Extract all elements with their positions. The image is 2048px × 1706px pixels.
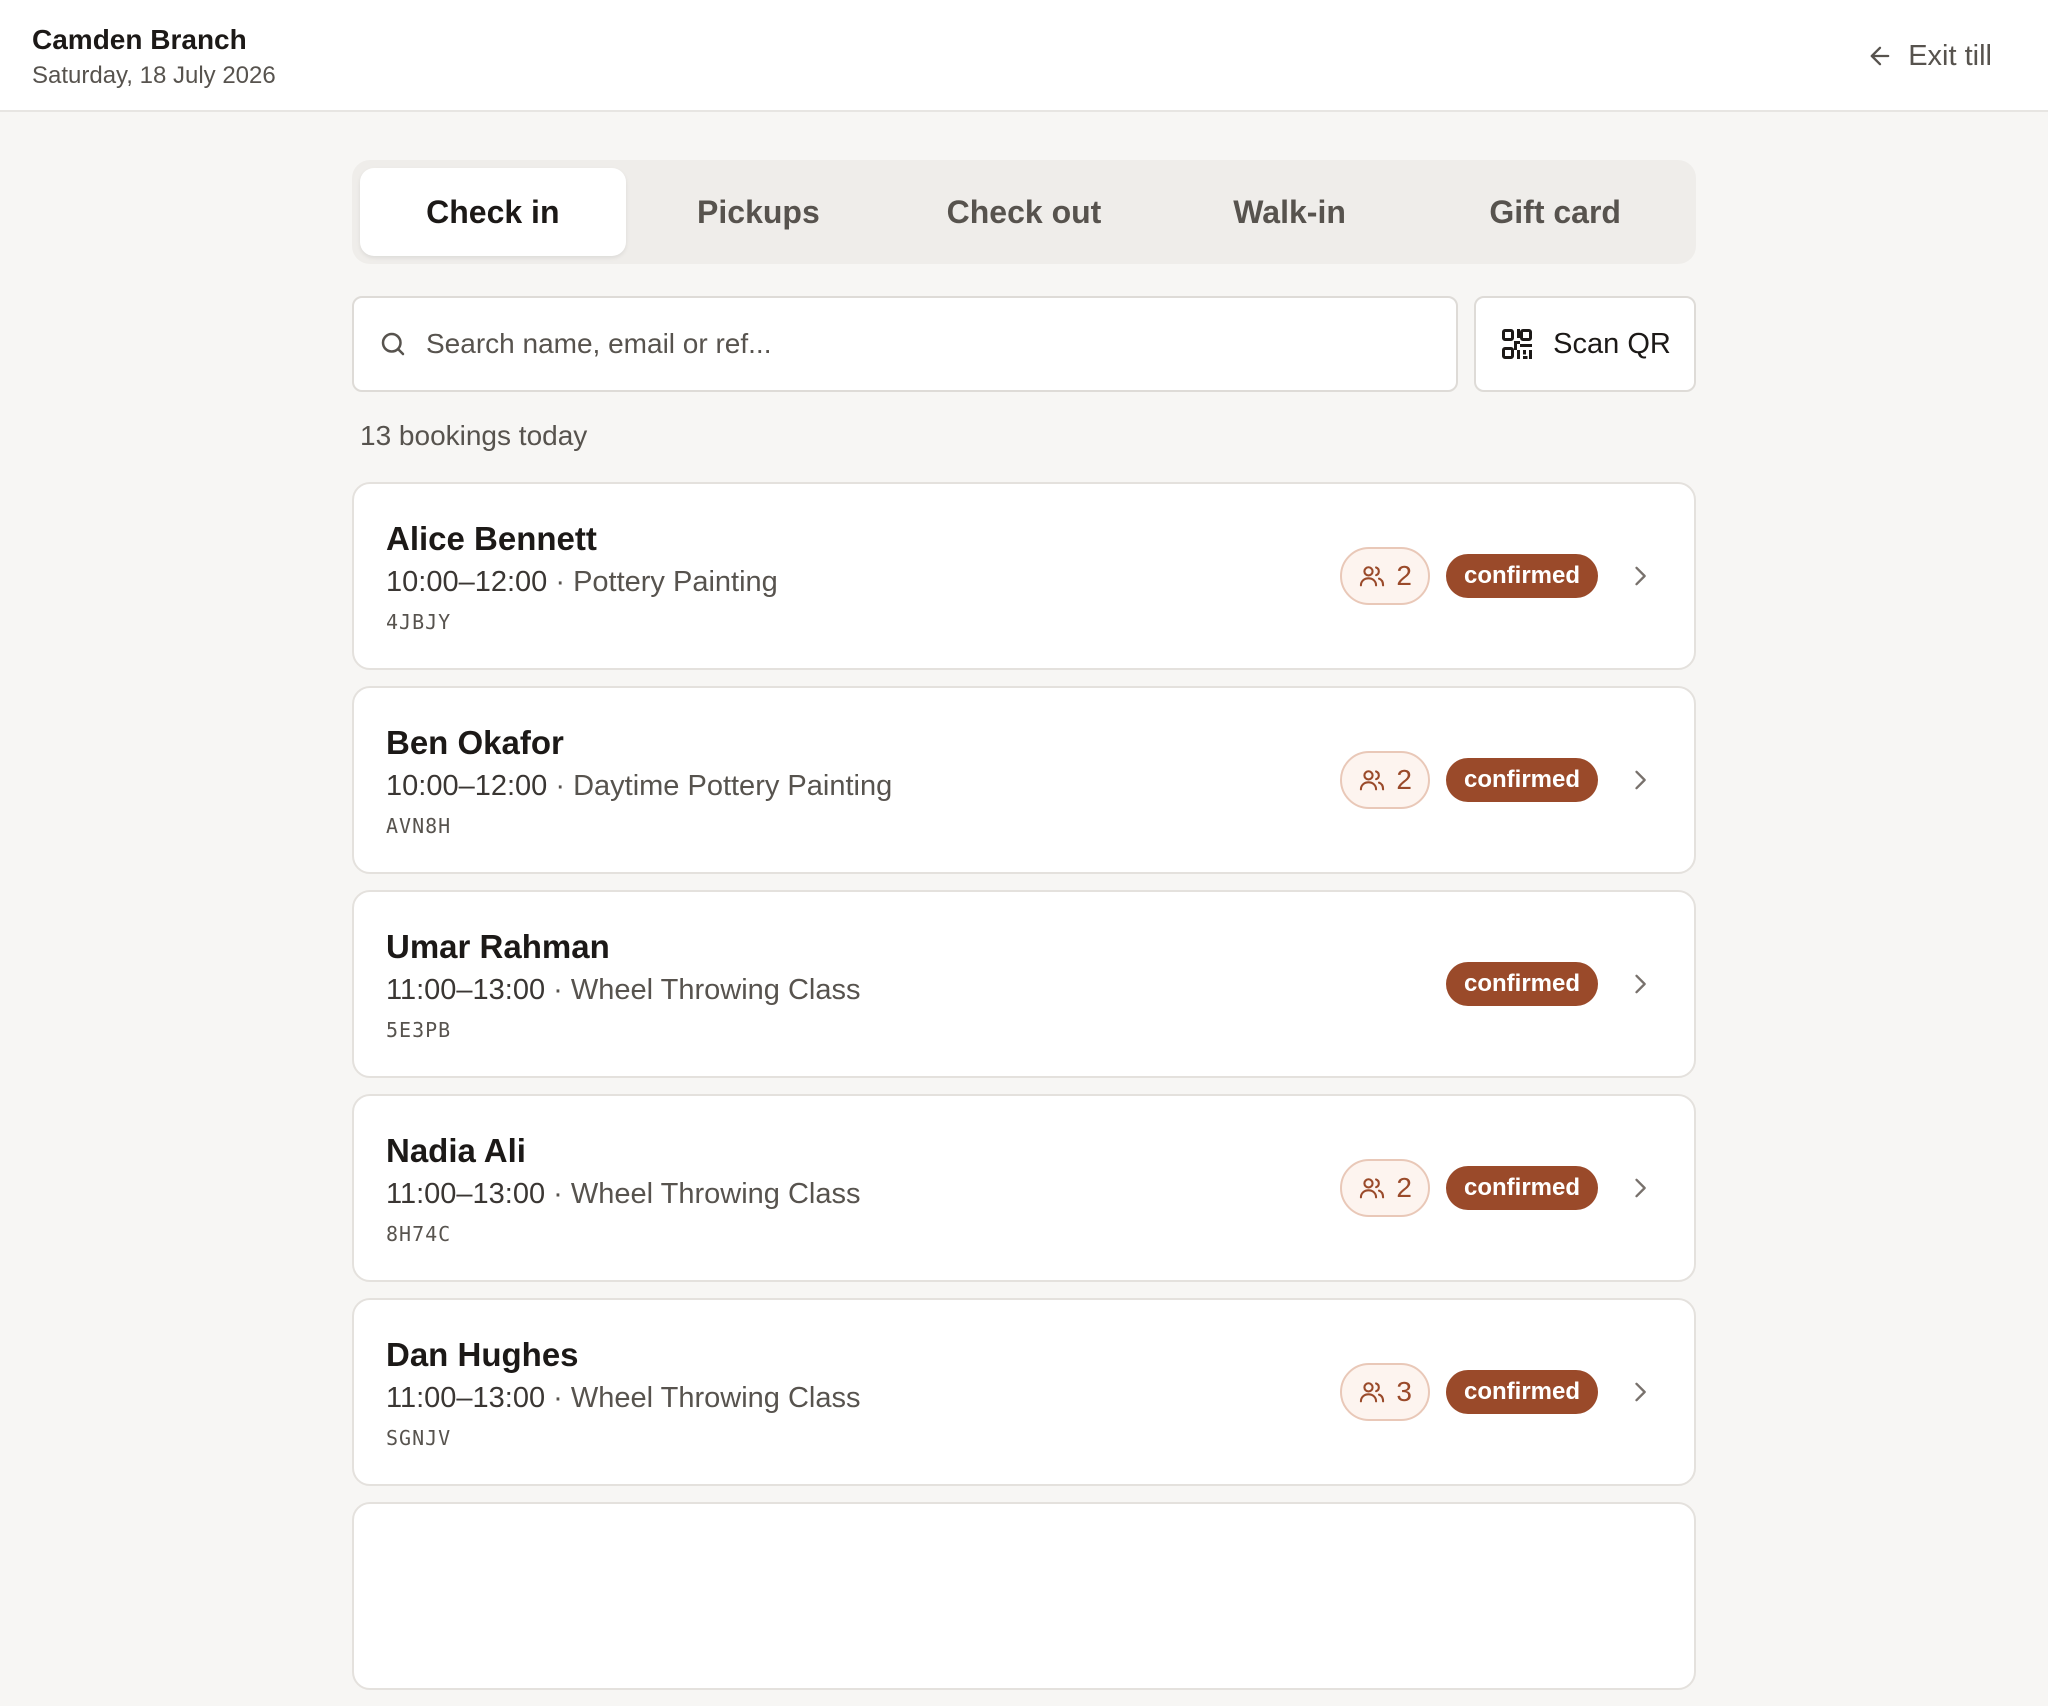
booking-activity: Wheel Throwing Class: [570, 1178, 861, 1210]
booking-ref: AVN8H: [386, 814, 452, 838]
booking-time: 10:00–12:00: [386, 770, 548, 802]
exit-till-button[interactable]: Exit till: [1866, 36, 1992, 76]
exit-till-label: Exit till: [1908, 39, 1992, 72]
guest-count: 2: [1396, 764, 1412, 795]
status-badge: confirmed: [1445, 962, 1598, 1006]
tab-walk-in[interactable]: Walk-in: [1157, 168, 1423, 256]
booking-activity: Wheel Throwing Class: [570, 974, 861, 1006]
guest-count: 2: [1396, 1172, 1412, 1203]
users-icon: [1360, 566, 1385, 587]
booking-ref: SGNJV: [386, 1426, 452, 1450]
booking-ref: 4JBJY: [386, 610, 452, 634]
tab-check-in[interactable]: Check in: [360, 168, 626, 256]
search-input[interactable]: [426, 328, 1456, 360]
booking-time: 10:00–12:00: [386, 566, 548, 598]
booking-card-partial[interactable]: [352, 1502, 1696, 1690]
booking-activity: Daytime Pottery Painting: [573, 770, 893, 802]
tab-gift-card[interactable]: Gift card: [1422, 168, 1688, 256]
search-row: Scan QR: [352, 296, 1696, 392]
arrow-left-icon: [1870, 46, 1890, 66]
scan-qr-button[interactable]: Scan QR: [1474, 296, 1696, 392]
status-badge: confirmed: [1445, 1166, 1598, 1210]
booking-time: 11:00–13:00: [386, 1382, 546, 1414]
booking-details: 11:00–13:00 · Wheel Throwing Class: [386, 974, 860, 1007]
tab-pickups[interactable]: Pickups: [626, 168, 892, 256]
booking-name: Umar Rahman: [386, 928, 610, 965]
booking-details: 10:00–12:00 · Daytime Pottery Painting: [386, 770, 892, 803]
guest-count: 2: [1396, 560, 1412, 591]
bookings-list: Alice Bennett 10:00–12:00 · Pottery Pain…: [352, 482, 1696, 1690]
booking-time: 11:00–13:00: [386, 974, 546, 1006]
main-content: Check in Pickups Check out Walk-in Gift …: [352, 160, 1696, 1706]
booking-activity: Wheel Throwing Class: [570, 1382, 861, 1414]
chevron-right-icon: [1635, 1178, 1646, 1198]
booking-ref: 5E3PB: [386, 1018, 452, 1042]
booking-details: 11:00–13:00 · Wheel Throwing Class: [386, 1178, 860, 1211]
booking-name: Ben Okafor: [386, 724, 564, 761]
chevron-right-icon: [1635, 1382, 1646, 1402]
booking-time: 11:00–13:00: [386, 1178, 546, 1210]
search-icon: [381, 332, 405, 356]
booking-details: 10:00–12:00 · Pottery Painting: [386, 566, 778, 599]
booking-activity: Pottery Painting: [573, 566, 778, 598]
booking-meta: 2 confirmed: [1340, 688, 1654, 872]
separator: ·: [545, 974, 571, 1006]
booking-card[interactable]: Ben Okafor 10:00–12:00 · Daytime Pottery…: [352, 686, 1696, 874]
top-bar: Camden Branch Saturday, 18 July 2026 Exi…: [0, 0, 2048, 112]
status-badge: confirmed: [1445, 554, 1598, 598]
booking-name: Nadia Ali: [386, 1132, 526, 1169]
users-icon: [1360, 770, 1385, 791]
search-box: [352, 296, 1458, 392]
current-date: Saturday, 18 July 2026: [32, 62, 276, 89]
branch-name: Camden Branch: [32, 24, 247, 55]
separator: ·: [547, 566, 574, 598]
separator: ·: [547, 770, 574, 802]
status-badge: confirmed: [1445, 1370, 1598, 1414]
booking-meta: confirmed: [1445, 892, 1654, 1076]
qr-code-icon: [1502, 329, 1533, 359]
booking-ref: 8H74C: [386, 1222, 452, 1246]
booking-card[interactable]: Dan Hughes 11:00–13:00 · Wheel Throwing …: [352, 1298, 1696, 1486]
booking-name: Alice Bennett: [386, 520, 597, 557]
chevron-right-icon: [1635, 974, 1646, 994]
booking-meta: 2 confirmed: [1340, 1096, 1654, 1280]
booking-name: Dan Hughes: [386, 1336, 579, 1373]
booking-card[interactable]: Nadia Ali 11:00–13:00 · Wheel Throwing C…: [352, 1094, 1696, 1282]
chevron-right-icon: [1635, 566, 1646, 586]
scan-qr-label: Scan QR: [1553, 327, 1671, 360]
guest-count-badge: 2: [1340, 751, 1430, 809]
mode-tabs: Check in Pickups Check out Walk-in Gift …: [352, 160, 1696, 264]
users-icon: [1360, 1178, 1385, 1199]
separator: ·: [545, 1382, 571, 1414]
guest-count-badge: 2: [1340, 1159, 1430, 1217]
bookings-count: 13 bookings today: [360, 420, 588, 451]
guest-count-badge: 2: [1340, 547, 1430, 605]
booking-meta: 3 confirmed: [1340, 1300, 1654, 1484]
booking-details: 11:00–13:00 · Wheel Throwing Class: [386, 1382, 860, 1415]
booking-card[interactable]: Umar Rahman 11:00–13:00 · Wheel Throwing…: [352, 890, 1696, 1078]
separator: ·: [545, 1178, 571, 1210]
booking-meta: 2 confirmed: [1340, 484, 1654, 668]
guest-count: 3: [1396, 1376, 1412, 1407]
guest-count-badge: 3: [1340, 1363, 1430, 1421]
tab-check-out[interactable]: Check out: [891, 168, 1157, 256]
status-badge: confirmed: [1445, 758, 1598, 802]
chevron-right-icon: [1635, 770, 1646, 790]
booking-card[interactable]: Alice Bennett 10:00–12:00 · Pottery Pain…: [352, 482, 1696, 670]
users-icon: [1360, 1382, 1385, 1403]
